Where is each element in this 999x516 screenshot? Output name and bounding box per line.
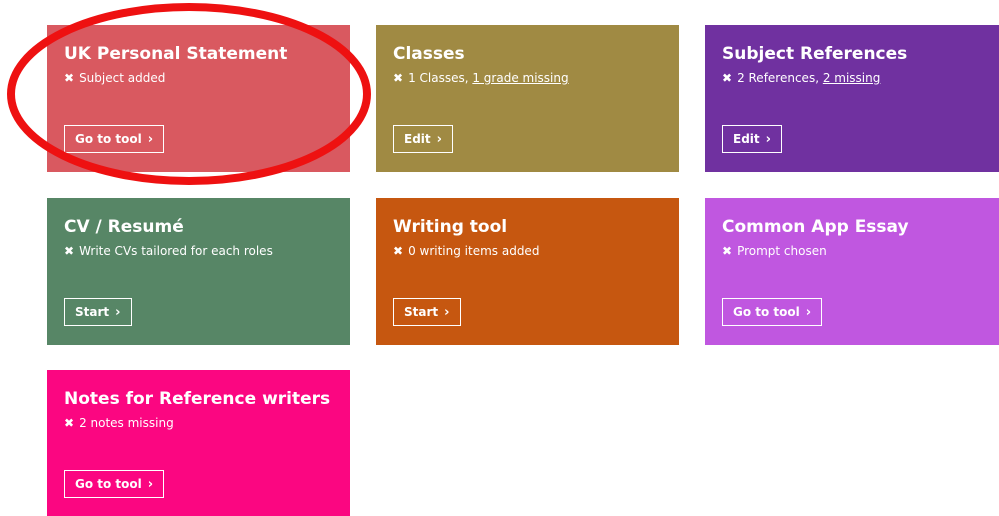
card-title: Common App Essay xyxy=(722,217,909,237)
card-cv-resume: CV / Resumé ✖ Write CVs tailored for each… xyxy=(47,198,350,345)
status-text: Write CVs tailored for each roles xyxy=(79,244,273,258)
card-status: ✖ Subject added xyxy=(64,70,333,86)
chevron-right-icon: › xyxy=(805,304,812,320)
card-title: Subject References xyxy=(722,44,908,64)
close-icon: ✖ xyxy=(393,244,404,258)
start-button[interactable]: Start › xyxy=(64,298,132,326)
card-common-app-essay: Common App Essay ✖ Prompt chosen Go to to… xyxy=(705,198,999,345)
card-status: ✖ 2 notes missing xyxy=(64,415,333,431)
button-label: Go to tool xyxy=(75,477,142,491)
card-status: ✖ Write CVs tailored for each roles xyxy=(64,243,333,259)
button-label: Start xyxy=(404,305,439,319)
card-title: UK Personal Statement xyxy=(64,44,288,64)
go-to-tool-button[interactable]: Go to tool › xyxy=(64,125,165,153)
status-text: Subject added xyxy=(79,71,166,85)
button-label: Start xyxy=(75,305,110,319)
close-icon: ✖ xyxy=(64,416,75,430)
card-writing-tool: Writing tool ✖ 0 writing items added Star… xyxy=(376,198,679,345)
chevron-right-icon: › xyxy=(765,131,771,147)
go-to-tool-button[interactable]: Go to tool › xyxy=(722,298,823,326)
card-status: ✖ 2 References, 2 missing xyxy=(722,70,982,86)
card-title: Notes for Reference writers xyxy=(64,389,331,409)
status-text: 0 writing items added xyxy=(408,244,540,258)
status-text: 2 notes missing xyxy=(79,416,174,430)
status-text: Prompt chosen xyxy=(737,244,827,258)
card-notes-for-reference-writers: Notes for Reference writers ✖ 2 notes mis… xyxy=(47,370,350,516)
status-text: 2 References, xyxy=(737,71,823,85)
card-uk-personal-statement: UK Personal Statement ✖ Subject added Go … xyxy=(47,25,350,172)
grade-missing-link[interactable]: 1 grade missing xyxy=(472,71,568,85)
chevron-right-icon: › xyxy=(436,131,442,147)
go-to-tool-button[interactable]: Go to tool › xyxy=(64,470,165,498)
chevron-right-icon: › xyxy=(444,304,450,320)
start-button[interactable]: Start › xyxy=(393,298,461,326)
close-icon: ✖ xyxy=(64,244,75,258)
button-label: Edit xyxy=(733,132,760,146)
chevron-right-icon: › xyxy=(147,476,154,492)
card-title: Classes xyxy=(393,44,465,64)
button-label: Go to tool xyxy=(75,132,142,146)
card-title: CV / Resumé xyxy=(64,217,184,237)
button-label: Edit xyxy=(404,132,431,146)
close-icon: ✖ xyxy=(722,244,733,258)
edit-button[interactable]: Edit › xyxy=(393,125,453,153)
button-label: Go to tool xyxy=(733,305,800,319)
chevron-right-icon: › xyxy=(115,304,121,320)
status-text: 1 Classes, xyxy=(408,71,473,85)
close-icon: ✖ xyxy=(393,71,404,85)
card-subject-references: Subject References ✖ 2 References, 2 miss… xyxy=(705,25,999,172)
tools-dashboard: UK Personal Statement ✖ Subject added Go … xyxy=(0,0,999,516)
close-icon: ✖ xyxy=(722,71,733,85)
edit-button[interactable]: Edit › xyxy=(722,125,782,153)
references-missing-link[interactable]: 2 missing xyxy=(823,71,881,85)
card-title: Writing tool xyxy=(393,217,508,237)
close-icon: ✖ xyxy=(64,71,75,85)
card-status: ✖ 0 writing items added xyxy=(393,243,662,259)
card-classes: Classes ✖ 1 Classes, 1 grade missing Edit… xyxy=(376,25,679,172)
card-status: ✖ 1 Classes, 1 grade missing xyxy=(393,70,662,86)
card-status: ✖ Prompt chosen xyxy=(722,243,982,259)
chevron-right-icon: › xyxy=(147,131,154,147)
